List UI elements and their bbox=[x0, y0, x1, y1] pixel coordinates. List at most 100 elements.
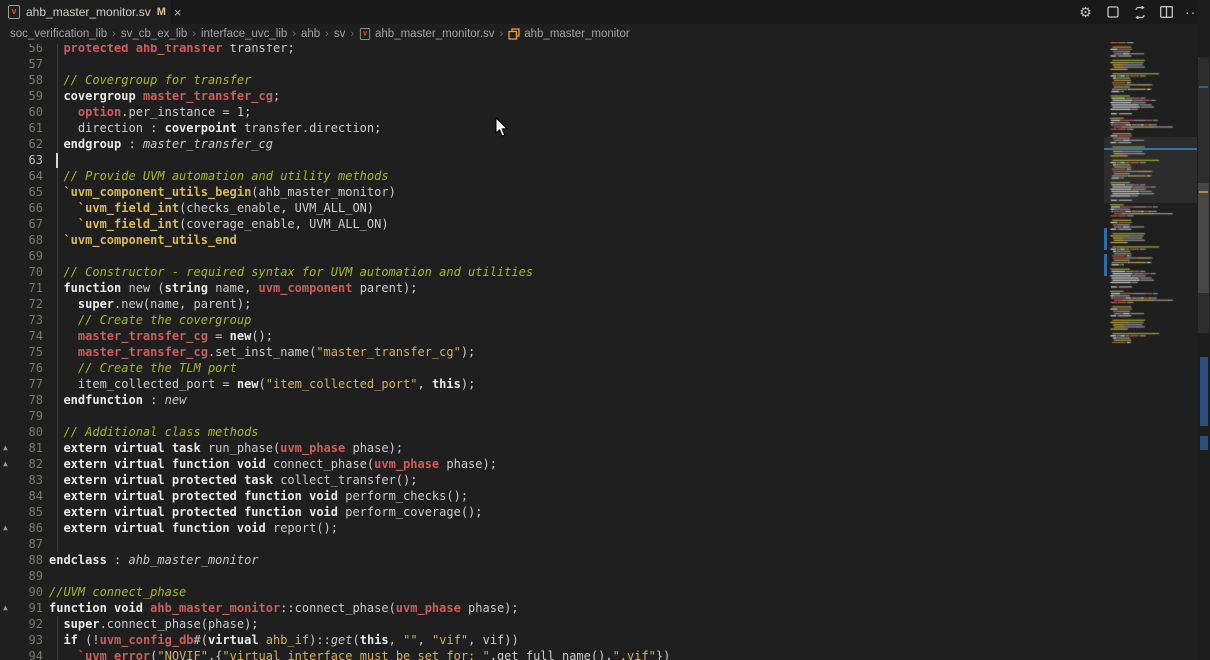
scrollbar[interactable] bbox=[1197, 0, 1210, 660]
breadcrumb-separator: › bbox=[112, 28, 116, 40]
line-number: 56 bbox=[0, 44, 43, 56]
breadcrumb-item-soc-verification-lib[interactable]: soc_verification_lib bbox=[10, 28, 107, 40]
minimap-git-change-mark bbox=[1104, 228, 1107, 250]
editor-actions: ⚙··· bbox=[1077, 0, 1202, 24]
breadcrumb-item-ahb[interactable]: ahb bbox=[301, 28, 320, 40]
tab-ahb-master-monitor[interactable]: v ahb_master_monitor.sv M × bbox=[0, 0, 172, 24]
line-number: 61 bbox=[0, 120, 43, 136]
code-line: 74 master_transfer_cg = new(); bbox=[0, 328, 1104, 344]
line-number: 74 bbox=[0, 328, 43, 344]
line-number: 63 bbox=[0, 152, 43, 168]
line-number: 85 bbox=[0, 504, 43, 520]
code-line: 59 covergroup master_transfer_cg; bbox=[0, 88, 1104, 104]
code-line: 85 extern virtual protected function voi… bbox=[0, 504, 1104, 520]
breadcrumb-separator: › bbox=[325, 28, 329, 40]
breadcrumb-item-interface-uvc-lib[interactable]: interface_uvc_lib bbox=[201, 28, 287, 40]
symbol-class-icon bbox=[508, 28, 520, 40]
code-line: 94 `uvm_error("NOVIF",{"virtual interfac… bbox=[0, 648, 1104, 660]
line-number: 94 bbox=[0, 648, 43, 660]
line-number: 90 bbox=[0, 584, 43, 600]
code-line: 77 item_collected_port = new("item_colle… bbox=[0, 376, 1104, 392]
code-line: ▲81 extern virtual task run_phase(uvm_ph… bbox=[0, 440, 1104, 456]
code-line: 63 bbox=[0, 152, 1104, 168]
overview-git-mark bbox=[1200, 357, 1208, 426]
code-line: 57 bbox=[0, 56, 1104, 72]
systemverilog-file-icon: v bbox=[360, 28, 370, 40]
code-line: 89 bbox=[0, 568, 1104, 584]
breadcrumb-item-sv-cb-ex-lib[interactable]: sv_cb_ex_lib bbox=[121, 28, 187, 40]
code-line: 62 endgroup : master_transfer_cg bbox=[0, 136, 1104, 152]
breadcrumb-item-ahb-master-monitor[interactable]: ahb_master_monitor bbox=[508, 28, 629, 40]
code-line: 66 `uvm_field_int(checks_enable, UVM_ALL… bbox=[0, 200, 1104, 216]
code-line: 75 master_transfer_cg.set_inst_name("mas… bbox=[0, 344, 1104, 360]
code-line: 70 // Constructor - required syntax for … bbox=[0, 264, 1104, 280]
text-cursor bbox=[56, 153, 58, 168]
breadcrumb-separator: › bbox=[192, 28, 196, 40]
code-line: ▲82 extern virtual function void connect… bbox=[0, 456, 1104, 472]
code-line: ▲86 extern virtual function void report(… bbox=[0, 520, 1104, 536]
code-line: 78 endfunction : new bbox=[0, 392, 1104, 408]
line-number: 73 bbox=[0, 312, 43, 328]
line-number: 75 bbox=[0, 344, 43, 360]
line-number: 82 bbox=[0, 456, 43, 472]
indent-guide bbox=[57, 408, 58, 424]
line-number: 93 bbox=[0, 632, 43, 648]
line-number: 62 bbox=[0, 136, 43, 152]
code-line: 76 // Create the TLM port bbox=[0, 360, 1104, 376]
code-line: 93 if (!uvm_config_db#(virtual ahb_if)::… bbox=[0, 632, 1104, 648]
overview-cursor-mark bbox=[1199, 191, 1208, 193]
code-line: 79 bbox=[0, 408, 1104, 424]
line-number: 66 bbox=[0, 200, 43, 216]
code-line: 73 // Create the covergroup bbox=[0, 312, 1104, 328]
minimap-slider[interactable] bbox=[1104, 137, 1197, 203]
line-number: 92 bbox=[0, 616, 43, 632]
line-number: 60 bbox=[0, 104, 43, 120]
line-number: 71 bbox=[0, 280, 43, 296]
code-line: 56 protected ahb_transfer transfer; bbox=[0, 44, 1104, 56]
line-number: 83 bbox=[0, 472, 43, 488]
breadcrumb-separator: › bbox=[500, 28, 504, 40]
indent-guide bbox=[57, 536, 58, 552]
code-line: 68 `uvm_component_utils_end bbox=[0, 232, 1104, 248]
code-line: 60 option.per_instance = 1; bbox=[0, 104, 1104, 120]
breadcrumb: soc_verification_lib › sv_cb_ex_lib › interf… bbox=[0, 24, 1210, 44]
breadcrumb-item-ahb-master-monitor-sv[interactable]: vahb_master_monitor.sv bbox=[359, 27, 495, 41]
code-editor[interactable]: 56 protected ahb_transfer transfer;5758 … bbox=[0, 44, 1104, 660]
line-number: 89 bbox=[0, 568, 43, 584]
sync-icon[interactable] bbox=[1131, 4, 1148, 21]
line-number: 68 bbox=[0, 232, 43, 248]
scrollbar-thumb-hover bbox=[1198, 183, 1209, 293]
split-editor-icon[interactable] bbox=[1158, 4, 1175, 21]
line-number: 78 bbox=[0, 392, 43, 408]
line-number: 91 bbox=[0, 600, 43, 616]
line-number: 57 bbox=[0, 56, 43, 72]
code-line: 71 function new (string name, uvm_compon… bbox=[0, 280, 1104, 296]
code-line: ▲91function void ahb_master_monitor::con… bbox=[0, 600, 1104, 616]
code-line: 87 bbox=[0, 536, 1104, 552]
line-number: 69 bbox=[0, 248, 43, 264]
line-number: 87 bbox=[0, 536, 43, 552]
line-number: 64 bbox=[0, 168, 43, 184]
overview-cursor-mark bbox=[1199, 86, 1208, 88]
minimap[interactable] bbox=[1104, 44, 1197, 660]
line-number: 88 bbox=[0, 552, 43, 568]
code-line: 88endclass : ahb_master_monitor bbox=[0, 552, 1104, 568]
line-number: 81 bbox=[0, 440, 43, 456]
line-number: 65 bbox=[0, 184, 43, 200]
line-number: 72 bbox=[0, 296, 43, 312]
line-number: 76 bbox=[0, 360, 43, 376]
close-icon[interactable]: × bbox=[174, 5, 182, 20]
tab-bar: v ahb_master_monitor.sv M × ⚙··· bbox=[0, 0, 1210, 24]
settings-icon[interactable]: ⚙ bbox=[1077, 4, 1094, 21]
line-number: 80 bbox=[0, 424, 43, 440]
breadcrumb-item-sv[interactable]: sv bbox=[334, 28, 346, 40]
modified-badge: M bbox=[157, 6, 166, 18]
code-line: 64 // Provide UVM automation and utility… bbox=[0, 168, 1104, 184]
layout-icon[interactable] bbox=[1104, 4, 1121, 21]
minimap-cursor-line bbox=[1104, 148, 1197, 150]
code-line: 92 super.connect_phase(phase); bbox=[0, 616, 1104, 632]
line-number: 77 bbox=[0, 376, 43, 392]
code-line: 61 direction : coverpoint transfer.direc… bbox=[0, 120, 1104, 136]
line-number: 84 bbox=[0, 488, 43, 504]
tab-label: ahb_master_monitor.sv bbox=[26, 5, 151, 19]
